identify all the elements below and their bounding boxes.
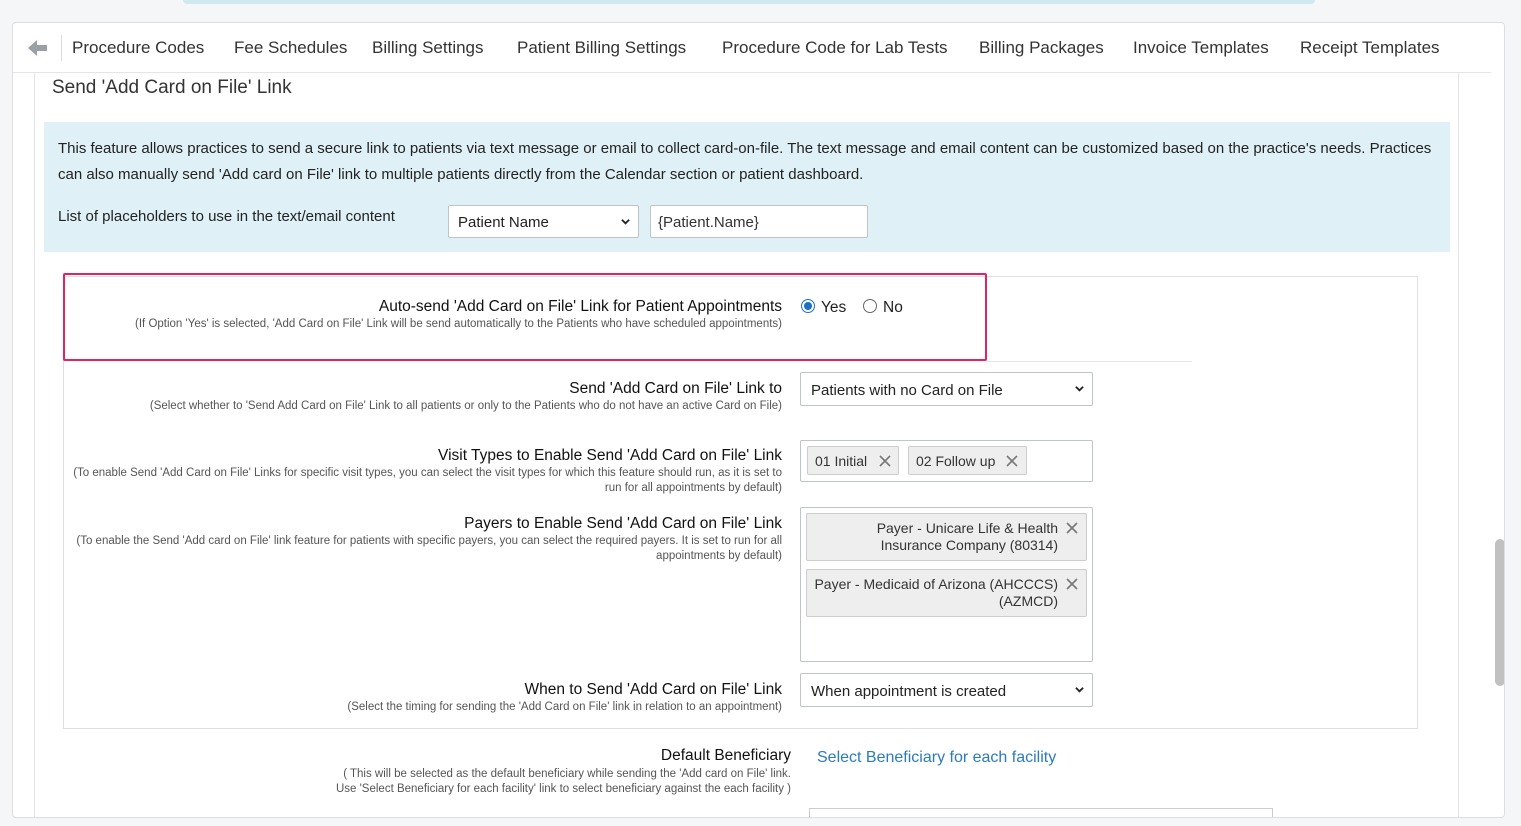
tab-receipt-templates[interactable]: Receipt Templates (1300, 38, 1440, 58)
send-to-value: Patients with no Card on File (811, 382, 1003, 399)
visit-types-hint: (To enable Send 'Add Card on File' Links… (73, 467, 782, 494)
send-to-label: Send 'Add Card on File' Link to (569, 380, 782, 397)
auto-send-yes-label: Yes (821, 299, 847, 316)
billing-panel: Procedure Codes Fee Schedules Billing Se… (12, 22, 1505, 818)
timing-value: When appointment is created (811, 683, 1007, 700)
payers-multiselect[interactable]: Payer - Unicare Life & Health Insurance C… (800, 507, 1093, 662)
top-notification-strip (183, 0, 1315, 4)
tab-billing-packages[interactable]: Billing Packages (979, 38, 1104, 58)
beneficiary-hint-1: ( This will be selected as the default b… (343, 768, 791, 780)
timing-label: When to Send 'Add Card on File' Link (524, 681, 782, 698)
placeholder-select-value: Patient Name (458, 214, 549, 231)
visit-type-chip: 02 Follow up (908, 446, 1027, 475)
payer-chip-label: Payer - Unicare Life & Health Insurance C… (876, 520, 1058, 553)
close-icon[interactable] (1006, 455, 1018, 467)
visit-types-multiselect[interactable]: 01 Initial 02 Follow up (800, 440, 1093, 482)
tab-fee-schedules[interactable]: Fee Schedules (234, 38, 347, 58)
auto-send-no-label: No (883, 299, 903, 316)
timing-hint: (Select the timing for sending the 'Add … (347, 701, 782, 713)
scrollbar-track[interactable] (1491, 69, 1504, 817)
beneficiary-label: Default Beneficiary (660, 747, 791, 764)
close-icon[interactable] (1066, 522, 1078, 534)
payer-chip: Payer - Medicaid of Arizona (AHCCCS) (AZM… (806, 569, 1087, 617)
close-icon[interactable] (879, 455, 891, 467)
chevron-down-icon (1075, 687, 1084, 693)
tab-patient-billing-settings[interactable]: Patient Billing Settings (517, 38, 686, 58)
select-beneficiary-link[interactable]: Select Beneficiary for each facility (817, 749, 1056, 767)
placeholder-select[interactable]: Patient Name (448, 205, 639, 238)
scrollbar-thumb[interactable] (1495, 539, 1504, 686)
tab-separator (61, 35, 62, 61)
timing-select[interactable]: When appointment is created (800, 673, 1093, 707)
placeholder-label: List of placeholders to use in the text/… (58, 208, 395, 225)
tab-billing-settings[interactable]: Billing Settings (372, 38, 484, 58)
auto-send-label: Auto-send 'Add Card on File' Link for Pa… (378, 298, 782, 315)
tab-procedure-code-lab-tests[interactable]: Procedure Code for Lab Tests (722, 38, 948, 58)
visit-type-chip-label: 02 Follow up (916, 453, 996, 469)
send-to-select[interactable]: Patients with no Card on File (800, 372, 1093, 406)
close-icon[interactable] (1066, 578, 1078, 590)
auto-send-hint: (If Option 'Yes' is selected, 'Add Card … (135, 318, 782, 330)
payer-chip-label: Payer - Medicaid of Arizona (AHCCCS) (AZM… (814, 576, 1058, 609)
auto-send-no-radio[interactable] (863, 299, 877, 313)
placeholder-value-text: {Patient.Name} (658, 214, 759, 231)
visit-type-chip: 01 Initial (807, 446, 899, 475)
section-title: Send 'Add Card on File' Link (52, 77, 292, 98)
chevron-down-icon (621, 219, 630, 225)
info-box: This feature allows practices to send a … (44, 122, 1450, 252)
auto-send-yes-radio[interactable] (801, 299, 815, 313)
beneficiary-field[interactable] (809, 808, 1273, 817)
visit-type-chip-label: 01 Initial (815, 453, 868, 469)
payers-hint: (To enable the Send 'Add card on File' l… (76, 535, 782, 562)
tab-procedure-codes[interactable]: Procedure Codes (72, 38, 204, 58)
back-arrow-icon[interactable] (27, 38, 49, 58)
payers-label: Payers to Enable Send 'Add Card on File'… (464, 515, 782, 532)
send-to-hint: (Select whether to 'Send Add Card on Fil… (149, 400, 782, 412)
beneficiary-hint-2: Use 'Select Beneficiary for each facilit… (335, 783, 791, 795)
row-divider (986, 361, 1192, 362)
tab-bar: Procedure Codes Fee Schedules Billing Se… (13, 23, 1504, 73)
placeholder-value-field[interactable]: {Patient.Name} (650, 205, 868, 238)
tab-invoice-templates[interactable]: Invoice Templates (1133, 38, 1269, 58)
payer-chip: Payer - Unicare Life & Health Insurance C… (806, 513, 1087, 561)
info-text: This feature allows practices to send a … (58, 140, 1432, 183)
chevron-down-icon (1075, 386, 1084, 392)
visit-types-label: Visit Types to Enable Send 'Add Card on … (438, 447, 782, 464)
